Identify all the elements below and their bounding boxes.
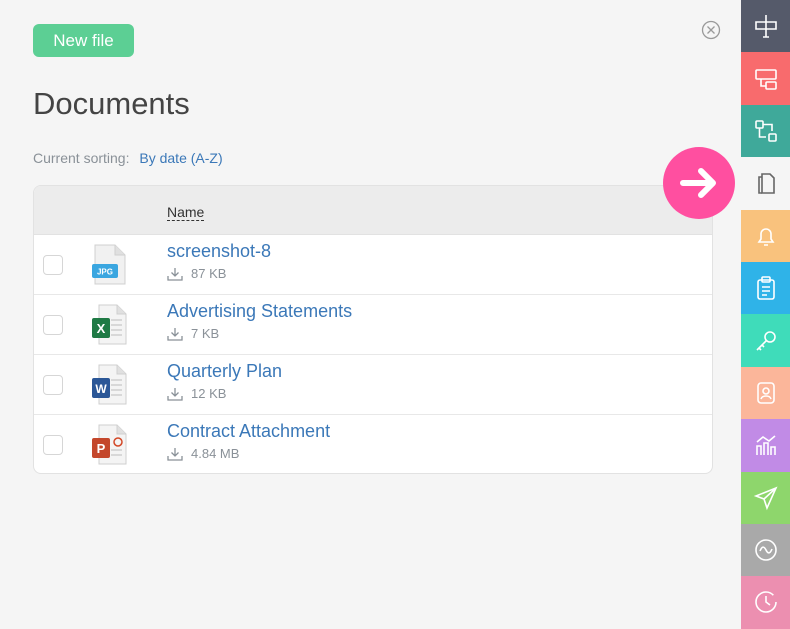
documents-table: Name JPG screenshot-8 87 KB X Advertisin… [33, 185, 713, 474]
table-row: P Contract Attachment 4.84 MB [34, 415, 712, 473]
documents-icon [757, 173, 775, 195]
contact-icon [756, 382, 775, 404]
file-download[interactable]: 87 KB [167, 266, 226, 281]
row-checkbox[interactable] [43, 435, 63, 455]
sorting-value-link[interactable]: By date (A-Z) [139, 150, 222, 166]
sidebar-item-workflow[interactable] [741, 104, 790, 158]
file-download[interactable]: 12 KB [167, 386, 226, 401]
close-icon[interactable] [701, 20, 721, 40]
pointer-arrow-icon [663, 147, 735, 219]
clock-icon [754, 591, 777, 614]
table-header: Name [34, 186, 712, 235]
sidebar-item-access[interactable] [741, 314, 790, 367]
svg-text:JPG: JPG [97, 268, 113, 277]
sidebar-item-forms[interactable] [741, 52, 790, 105]
file-name-link[interactable]: Quarterly Plan [167, 361, 282, 382]
row-checkbox[interactable] [43, 375, 63, 395]
file-download[interactable]: 4.84 MB [167, 446, 239, 461]
download-icon [167, 447, 183, 461]
sorting-info: Current sorting: By date (A-Z) [33, 150, 223, 166]
svg-text:P: P [97, 441, 106, 456]
chart-icon [755, 435, 776, 456]
right-sidebar [741, 0, 790, 629]
new-file-button[interactable]: New file [33, 24, 134, 57]
sidebar-item-messages[interactable] [741, 471, 790, 524]
jpg-file-icon: JPG [91, 244, 127, 286]
wave-icon [754, 539, 777, 561]
bell-icon [757, 228, 774, 246]
sidebar-item-contacts[interactable] [741, 366, 790, 420]
sidebar-item-tasks[interactable] [741, 261, 790, 315]
svg-text:X: X [97, 321, 106, 336]
file-name-link[interactable]: Advertising Statements [167, 301, 352, 322]
row-checkbox[interactable] [43, 315, 63, 335]
forms-icon [754, 68, 777, 90]
sidebar-item-activity[interactable] [741, 523, 790, 577]
powerpoint-file-icon: P [91, 424, 127, 466]
sidebar-item-notifications[interactable] [741, 209, 790, 262]
sorting-label: Current sorting: [33, 150, 130, 166]
file-download[interactable]: 7 KB [167, 326, 219, 341]
page-title: Documents [33, 86, 190, 121]
word-file-icon: W [91, 364, 127, 406]
excel-file-icon: X [91, 304, 127, 346]
download-icon [167, 387, 183, 401]
signpost-icon [754, 15, 777, 38]
sidebar-item-reports[interactable] [741, 419, 790, 472]
row-checkbox[interactable] [43, 255, 63, 275]
table-row: X Advertising Statements 7 KB [34, 295, 712, 355]
column-name-header[interactable]: Name [167, 204, 205, 221]
table-row: W Quarterly Plan 12 KB [34, 355, 712, 415]
file-size-label: 87 KB [191, 266, 227, 281]
file-name-link[interactable]: screenshot-8 [167, 241, 271, 262]
file-name-link[interactable]: Contract Attachment [167, 421, 330, 442]
sidebar-item-documents[interactable] [741, 157, 790, 210]
sidebar-item-signpost[interactable] [741, 0, 790, 53]
workflow-icon [754, 120, 777, 142]
file-size-label: 7 KB [191, 326, 220, 341]
download-icon [167, 267, 183, 281]
file-size-label: 12 KB [191, 386, 227, 401]
file-size-label: 4.84 MB [191, 446, 240, 461]
key-icon [755, 330, 776, 351]
download-icon [167, 327, 183, 341]
clipboard-icon [756, 276, 775, 300]
svg-text:W: W [95, 382, 107, 396]
main-panel: New file Documents Current sorting: By d… [0, 0, 741, 629]
sidebar-item-history[interactable] [741, 576, 790, 629]
paper-plane-icon [753, 486, 778, 510]
table-row: JPG screenshot-8 87 KB [34, 235, 712, 295]
